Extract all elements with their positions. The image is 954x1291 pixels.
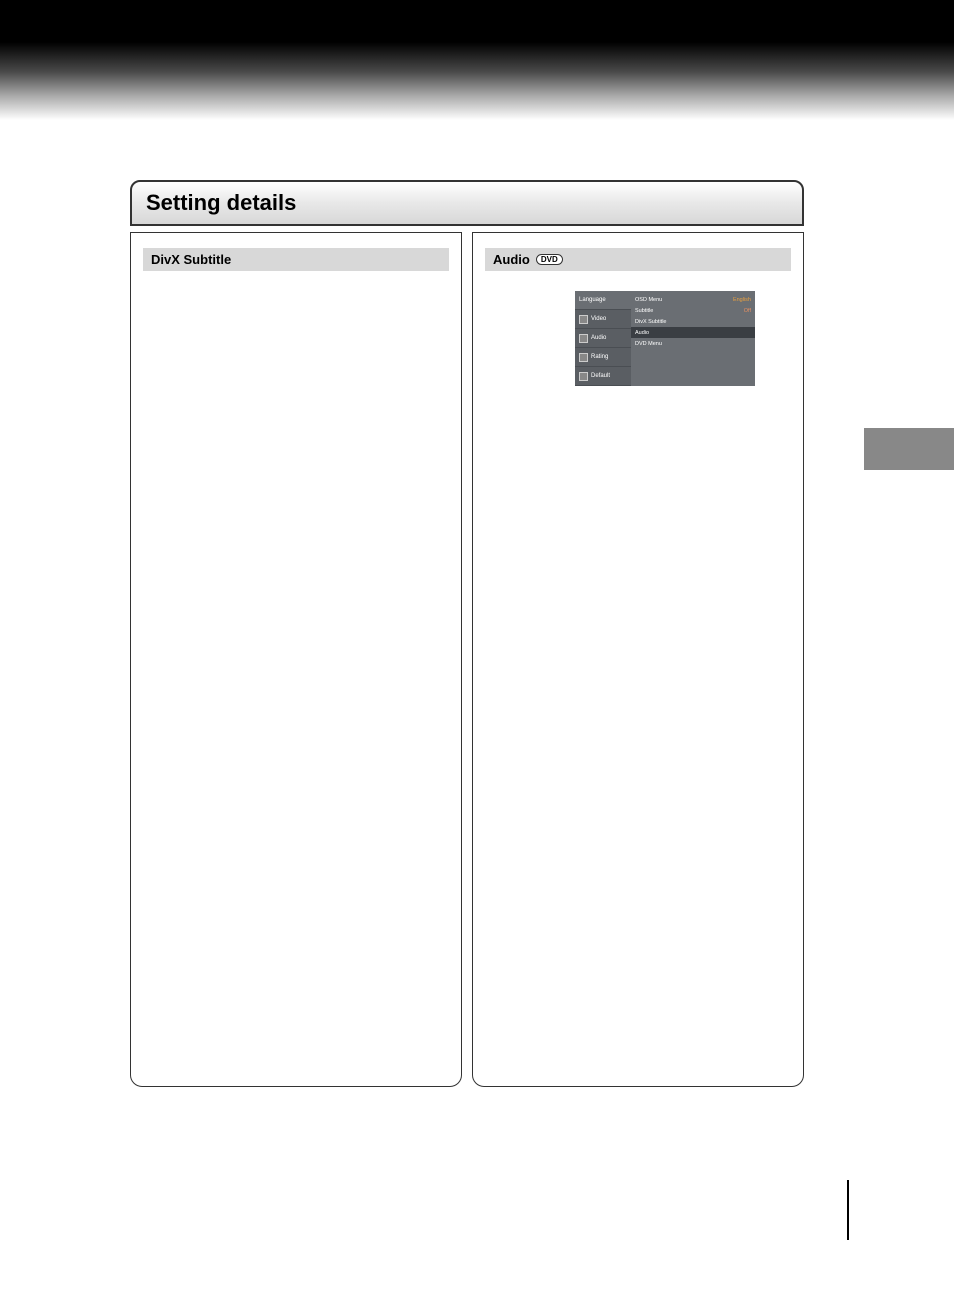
menu-tab-label: Default xyxy=(591,373,610,379)
menu-tab-label: Video xyxy=(591,316,606,322)
default-icon xyxy=(579,372,588,381)
audio-icon xyxy=(579,334,588,343)
menu-tab-default: Default xyxy=(575,367,631,386)
left-column-header-text: DivX Subtitle xyxy=(151,252,231,267)
menu-items-column: OSD Menu English Subtitle Off DivX Subti… xyxy=(631,291,755,386)
menu-tab-label: Language xyxy=(579,297,606,303)
menu-item-label: OSD Menu xyxy=(635,297,733,303)
side-tab xyxy=(864,428,954,470)
menu-item-label: Audio xyxy=(635,330,751,336)
right-column-header: Audio DVD xyxy=(485,248,791,271)
video-icon xyxy=(579,315,588,324)
menu-tab-language: Language xyxy=(575,291,631,310)
right-column-header-text: Audio xyxy=(493,252,530,267)
menu-tab-label: Rating xyxy=(591,354,608,360)
menu-item-dvdmenu: DVD Menu xyxy=(631,338,755,349)
osd-menu-screenshot: Language Video Audio Rating xyxy=(575,291,755,386)
menu-tab-label: Audio xyxy=(591,335,606,341)
menu-tab-rating: Rating xyxy=(575,348,631,367)
menu-item-value: English xyxy=(733,297,751,303)
menu-item-value: Off xyxy=(744,308,751,314)
footer-divider xyxy=(847,1180,849,1240)
menu-item-divx: DivX Subtitle xyxy=(631,316,755,327)
menu-item-label: DVD Menu xyxy=(635,341,751,347)
left-column-header: DivX Subtitle xyxy=(143,248,449,271)
menu-item-osd: OSD Menu English xyxy=(631,294,755,305)
right-column: Audio DVD Language Video Audio xyxy=(472,232,804,1087)
rating-icon xyxy=(579,353,588,362)
menu-tab-video: Video xyxy=(575,310,631,329)
menu-item-subtitle: Subtitle Off xyxy=(631,305,755,316)
menu-item-label: DivX Subtitle xyxy=(635,319,751,325)
menu-item-audio: Audio xyxy=(631,327,755,338)
left-column: DivX Subtitle xyxy=(130,232,462,1087)
dvd-badge-icon: DVD xyxy=(536,254,563,265)
section-title: Setting details xyxy=(146,190,788,216)
menu-item-label: Subtitle xyxy=(635,308,744,314)
menu-tabs-column: Language Video Audio Rating xyxy=(575,291,631,386)
content-area: Setting details DivX Subtitle Audio DVD … xyxy=(0,120,954,1087)
menu-tab-audio: Audio xyxy=(575,329,631,348)
top-gradient-banner xyxy=(0,0,954,120)
columns-wrapper: DivX Subtitle Audio DVD Language Video xyxy=(130,232,804,1087)
section-header-box: Setting details xyxy=(130,180,804,226)
